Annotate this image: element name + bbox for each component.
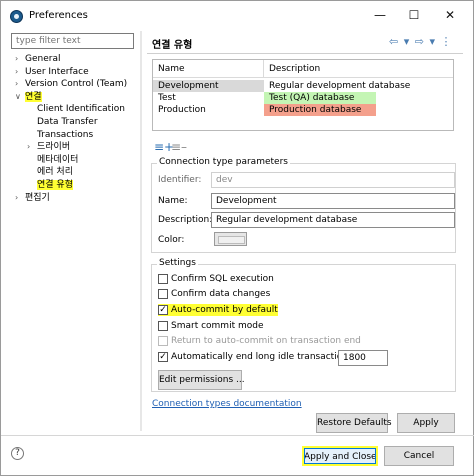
tree-item-label: Transactions	[37, 129, 94, 140]
name-field[interactable]: Development	[211, 193, 455, 209]
bottom-separator	[1, 435, 474, 436]
table-cell-description[interactable]: Test (QA) database	[264, 92, 376, 104]
pane-divider[interactable]	[140, 31, 142, 431]
tree-item-label: 드라이버	[37, 142, 71, 153]
table-cell-name[interactable]: Development	[153, 80, 264, 92]
checkbox-checked[interactable]: ✓	[158, 305, 168, 315]
description-label: Description:	[158, 215, 213, 225]
idle-timeout-field[interactable]: 1800	[338, 350, 388, 366]
page-title: 연결 유형	[152, 40, 193, 51]
settings-checkbox-row[interactable]: ✓ Auto-commit by default	[158, 304, 278, 316]
help-icon[interactable]: ?	[11, 447, 24, 460]
checkbox-label: Return to auto-commit on transaction end	[171, 336, 361, 346]
tree-item[interactable]: Data Transfer	[27, 116, 98, 128]
chevron-right-icon[interactable]: ›	[15, 192, 25, 204]
tree-item-label: Client Identification	[37, 104, 125, 115]
chevron-right-icon[interactable]: ›	[15, 66, 25, 78]
preferences-window: Preferences — ☐ ✕ ›General›User Interfac…	[0, 0, 474, 476]
checkbox-unchecked	[158, 336, 168, 346]
tree-item[interactable]: 에러 처리	[27, 166, 73, 178]
tree-item-label: 연결 유형	[37, 180, 73, 190]
maximize-icon[interactable]: ☐	[401, 5, 427, 25]
tree-item[interactable]: Transactions	[27, 129, 93, 141]
checkbox-label: Confirm data changes	[171, 289, 271, 299]
identifier-field: dev	[211, 172, 455, 188]
settings-group-title: Settings	[157, 258, 198, 268]
tree-item-label: Version Control (Team)	[25, 79, 128, 90]
title-bar: Preferences — ☐ ✕	[1, 1, 474, 31]
chevron-right-icon[interactable]: ›	[27, 141, 37, 153]
apply-button[interactable]: Apply	[397, 413, 455, 433]
tree-item-label: General	[25, 54, 61, 64]
checkbox-label: Automatically end long idle transactions	[171, 352, 353, 362]
cancel-button[interactable]: Cancel	[384, 446, 454, 466]
tree-item-label: 에러 처리	[37, 167, 73, 178]
checkbox-unchecked[interactable]	[158, 321, 168, 331]
apply-and-close-button[interactable]: Apply and Close	[302, 446, 378, 466]
chevron-down-icon[interactable]: ∨	[15, 91, 25, 103]
column-header-description[interactable]: Description	[264, 60, 453, 78]
tree-item[interactable]: Client Identification	[27, 103, 125, 115]
color-picker-button[interactable]	[214, 232, 247, 246]
tree-item[interactable]: › User Interface	[15, 66, 89, 78]
close-icon[interactable]: ✕	[437, 5, 463, 25]
description-field[interactable]: Regular development database	[211, 212, 455, 228]
column-header-name[interactable]: Name	[153, 60, 264, 78]
minimize-icon[interactable]: —	[367, 5, 393, 25]
parameters-group-title: Connection type parameters	[157, 157, 290, 167]
checkbox-unchecked[interactable]	[158, 274, 168, 284]
tree-item-label: 연결	[25, 91, 42, 102]
checkbox-label: Smart commit mode	[171, 321, 264, 331]
chevron-right-icon[interactable]: ›	[15, 53, 25, 65]
color-label: Color:	[158, 235, 185, 245]
tree-item-label: 편집기	[25, 192, 50, 203]
tree-item-label: 메타데이터	[37, 154, 79, 165]
tree-item[interactable]: › Version Control (Team)	[15, 78, 127, 90]
table-cell-name[interactable]: Test	[153, 92, 264, 104]
tree-item[interactable]: › General	[15, 53, 60, 65]
title-separator	[147, 53, 463, 54]
window-title: Preferences	[29, 10, 88, 21]
table-cell-description[interactable]: Regular development database	[264, 80, 410, 92]
edit-permissions-button[interactable]: Edit permissions ...	[158, 370, 245, 390]
chevron-right-icon[interactable]: ›	[15, 78, 25, 90]
tree-item-label: User Interface	[25, 66, 89, 77]
restore-defaults-button[interactable]: Restore Defaults	[316, 413, 392, 433]
tree-item[interactable]: › 편집기	[15, 192, 50, 204]
name-label: Name:	[158, 196, 188, 206]
checkbox-unchecked[interactable]	[158, 289, 168, 299]
tree-item[interactable]: 메타데이터	[27, 154, 78, 166]
connection-types-table: Name Description Development Regular deve…	[152, 59, 454, 131]
tree-item[interactable]: › 드라이버	[27, 141, 70, 153]
table-cell-description[interactable]: Production database	[264, 104, 376, 116]
tree-item-label: Data Transfer	[37, 117, 98, 127]
dbeaver-app-icon	[10, 10, 23, 23]
table-cell-name[interactable]: Production	[153, 104, 264, 116]
filter-input[interactable]	[11, 33, 134, 49]
connection-types-documentation-link[interactable]: Connection types documentation	[152, 399, 302, 409]
tree-item[interactable]: ∨ 연결	[15, 91, 42, 103]
navigation-arrows-icon[interactable]: ⇦ ▾ ⇨ ▾ ⋮	[389, 35, 452, 48]
checkbox-label: Confirm SQL execution	[171, 274, 274, 284]
checkbox-checked[interactable]: ✓	[158, 352, 168, 362]
tree-item[interactable]: 연결 유형	[27, 179, 73, 191]
identifier-label: Identifier:	[158, 175, 202, 185]
checkbox-label: Auto-commit by default	[171, 304, 278, 316]
remove-connection-type-icon[interactable]: ≡–	[171, 140, 187, 154]
